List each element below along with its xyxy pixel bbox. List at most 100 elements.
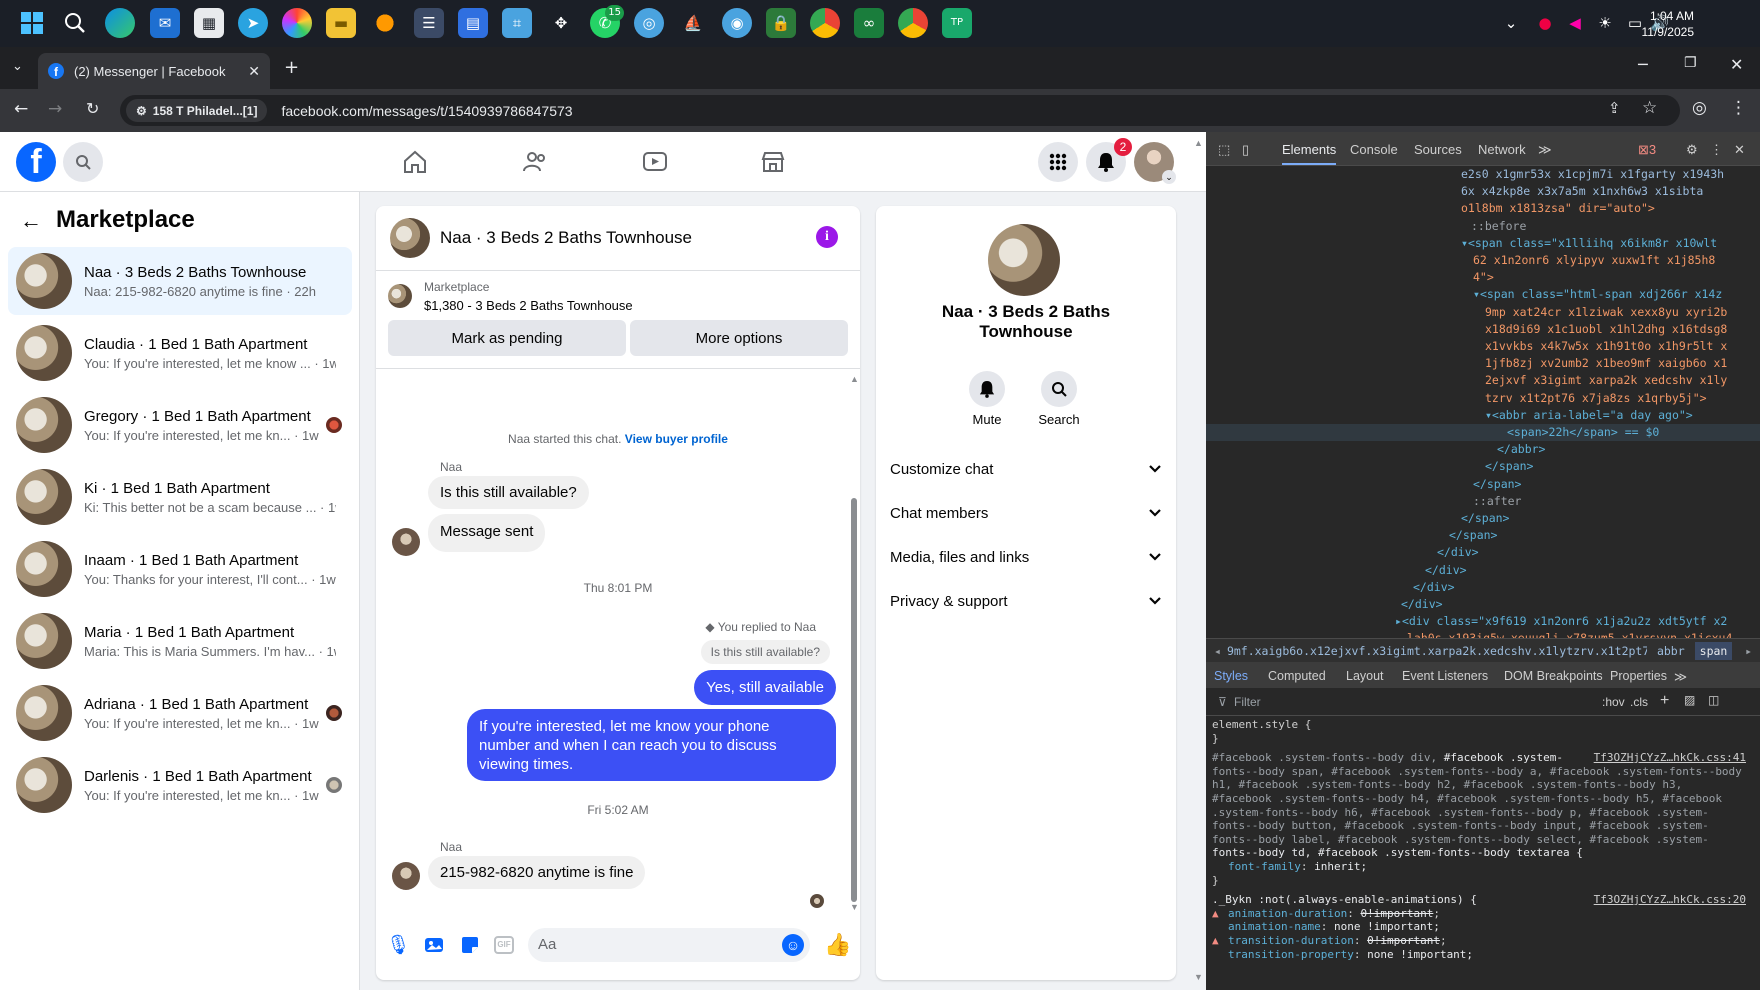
reload-icon[interactable]: ↻: [86, 99, 99, 118]
infinity-app-icon[interactable]: ∞: [854, 8, 884, 38]
sender-avatar[interactable]: [392, 528, 420, 556]
dom-line[interactable]: </div>: [1206, 562, 1760, 579]
inspect-element-icon[interactable]: ⬚: [1218, 142, 1230, 158]
chat-header-title[interactable]: Naa · 3 Beds 2 Baths Townhouse: [440, 228, 692, 248]
emoji-icon[interactable]: ☺: [782, 934, 804, 956]
more-tabs-icon[interactable]: ≫: [1674, 669, 1687, 684]
snipping-tool-icon[interactable]: ⌗: [502, 8, 532, 38]
file-explorer-icon[interactable]: ▬: [326, 8, 356, 38]
dom-line[interactable]: </div>: [1206, 544, 1760, 561]
tab-sources[interactable]: Sources: [1414, 142, 1462, 157]
notifications-bell-icon[interactable]: 2: [1086, 138, 1132, 182]
lock-app-icon[interactable]: 🔒: [766, 8, 796, 38]
tab-dom-breakpoints[interactable]: DOM Breakpoints: [1504, 669, 1603, 683]
more-tabs-icon[interactable]: ≫: [1538, 142, 1552, 158]
class-toggle[interactable]: .cls: [1630, 695, 1648, 709]
dom-line[interactable]: 4">: [1206, 269, 1760, 286]
rule-source-link[interactable]: Tf3OZHjCYzZ…hkCk.css:41: [1594, 751, 1746, 765]
tab-console[interactable]: Console: [1350, 142, 1398, 157]
gif-icon[interactable]: GIF: [494, 936, 514, 954]
account-avatar[interactable]: ⌄: [1134, 142, 1176, 184]
dom-line-selected[interactable]: <span>22h</span> == $0: [1206, 424, 1760, 442]
device-toolbar-icon[interactable]: ▯: [1242, 142, 1249, 158]
tp-app-icon[interactable]: TP: [942, 8, 972, 38]
message-bubble-outgoing[interactable]: If you're interested, let me know your p…: [467, 709, 836, 781]
window-close-icon[interactable]: ✕: [1730, 55, 1743, 74]
dom-line[interactable]: </div>: [1206, 579, 1760, 596]
chat-members-row[interactable]: Chat members: [890, 493, 1162, 533]
expand-arrow-icon[interactable]: ▾: [1473, 287, 1480, 301]
styles-filter-input[interactable]: Filter: [1234, 695, 1261, 709]
conversation-item-maria[interactable]: Maria · 1 Bed 1 Bath Apartment Maria: Th…: [8, 607, 352, 675]
dom-line[interactable]: 2ejxvf x3igimt xarpa2k xedcshv x1ly: [1206, 372, 1760, 389]
search-in-chat-button[interactable]: [1041, 371, 1077, 407]
privacy-support-row[interactable]: Privacy & support: [890, 581, 1162, 621]
control-panel-icon[interactable]: ☰: [414, 8, 444, 38]
tab-close-icon[interactable]: ✕: [248, 63, 260, 80]
listing-photo[interactable]: [988, 224, 1060, 296]
crumb-span[interactable]: span: [1694, 641, 1733, 660]
bookmark-star-icon[interactable]: ☆: [1642, 98, 1657, 118]
new-tab-icon[interactable]: +: [284, 57, 299, 78]
conversation-item-claudia[interactable]: Claudia · 1 Bed 1 Bath Apartment You: If…: [8, 319, 352, 387]
friends-icon[interactable]: [522, 150, 548, 174]
maximize-icon[interactable]: ❐: [1684, 55, 1697, 71]
back-arrow-icon[interactable]: ←: [20, 208, 42, 234]
message-bubble-incoming[interactable]: 215-982-6820 anytime is fine: [428, 856, 646, 889]
notepad-icon[interactable]: ▤: [458, 8, 488, 38]
css-rule-animations[interactable]: Tf3OZHjCYzZ…hkCk.css:20 ._Bykn :not(.alw…: [1212, 893, 1760, 961]
tab-computed[interactable]: Computed: [1268, 669, 1326, 683]
view-buyer-profile-link[interactable]: View buyer profile: [625, 432, 728, 446]
color-picker-icon[interactable]: [282, 8, 312, 38]
issues-counter[interactable]: ⊠3: [1638, 142, 1656, 158]
dom-line[interactable]: 9mp xat24cr x1lziwak xexx8yu xyri2b: [1206, 304, 1760, 321]
tab-event-listeners[interactable]: Event Listeners: [1402, 669, 1488, 683]
add-rule-icon[interactable]: +: [1660, 692, 1669, 710]
expand-arrow-icon[interactable]: ▾: [1485, 408, 1492, 422]
dom-tree[interactable]: e2s0 x1gmr53x x1cpjm7i x1fgarty x1943h 6…: [1206, 166, 1760, 658]
chevron-up-icon[interactable]: ⌄: [1496, 8, 1526, 38]
browser-app-icon[interactable]: ◎: [634, 8, 664, 38]
security-icon[interactable]: ●: [1530, 8, 1560, 38]
conversation-item-naa[interactable]: Naa · 3 Beds 2 Baths Townhouse Naa: 215-…: [8, 247, 352, 315]
crumb-path[interactable]: 9mf.xaigb6o.x12ejxvf.x3igimt.xarpa2k.xed…: [1227, 644, 1647, 658]
scroll-down-icon[interactable]: ▼: [1194, 972, 1203, 982]
crumb-right-icon[interactable]: ▸: [1745, 644, 1752, 658]
css-declaration[interactable]: font-family: inherit;: [1212, 860, 1760, 874]
tab-styles[interactable]: Styles: [1214, 669, 1248, 683]
scroll-up-icon[interactable]: ▲: [1194, 138, 1203, 148]
conversation-item-gregory[interactable]: Gregory · 1 Bed 1 Bath Apartment You: If…: [8, 391, 352, 459]
customize-chat-row[interactable]: Customize chat: [890, 449, 1162, 489]
microsoft-store-icon[interactable]: ▦: [194, 8, 224, 38]
message-bubble-incoming[interactable]: Message sent: [428, 514, 546, 552]
info-icon[interactable]: i: [816, 226, 838, 248]
brightness-icon[interactable]: ☀: [1590, 8, 1620, 38]
dom-line[interactable]: 62 x1n2onr6 xlyipyv xuxw1ft x1j85h8: [1206, 252, 1760, 269]
scrollbar-thumb[interactable]: [851, 498, 857, 902]
outlook-mail-icon[interactable]: ✉: [150, 8, 180, 38]
edge-browser-icon[interactable]: [105, 8, 135, 38]
devtools-close-icon[interactable]: ✕: [1734, 142, 1745, 158]
back-icon[interactable]: ←: [14, 99, 28, 119]
telegram-icon[interactable]: ➤: [238, 8, 268, 38]
media-player-icon[interactable]: [370, 8, 400, 38]
dom-line[interactable]: </abbr>: [1206, 441, 1760, 458]
scroll-down-icon[interactable]: ▼: [850, 902, 859, 912]
profile-icon[interactable]: ◎: [1692, 98, 1707, 118]
conversation-item-inaam[interactable]: Inaam · 1 Bed 1 Bath Apartment You: Than…: [8, 535, 352, 603]
rule-source-link[interactable]: Tf3OZHjCYzZ…hkCk.css:20: [1594, 893, 1746, 907]
devtools-menu-icon[interactable]: ⋮: [1710, 142, 1723, 158]
sender-avatar[interactable]: [392, 862, 420, 890]
dom-line[interactable]: ::after: [1206, 493, 1760, 510]
home-icon[interactable]: [402, 150, 428, 174]
css-declaration[interactable]: ▲ animation-duration: 0!important;: [1212, 907, 1760, 921]
dom-line[interactable]: ▾<abbr aria-label="a day ago">: [1206, 407, 1760, 424]
message-input[interactable]: Aa ☺: [528, 928, 810, 962]
search-icon[interactable]: [60, 8, 90, 38]
sticker-icon[interactable]: [460, 935, 480, 955]
element-style-rule[interactable]: element.style {: [1212, 718, 1760, 732]
scroll-up-icon[interactable]: ▲: [850, 374, 859, 384]
message-bubble-outgoing[interactable]: Yes, still available: [694, 670, 836, 705]
dom-line[interactable]: ▸<div class="x9f619 x1n2onr6 x1ja2u2z xd…: [1206, 613, 1760, 630]
listing-info[interactable]: $1,380 - 3 Beds 2 Baths Townhouse: [424, 298, 633, 313]
